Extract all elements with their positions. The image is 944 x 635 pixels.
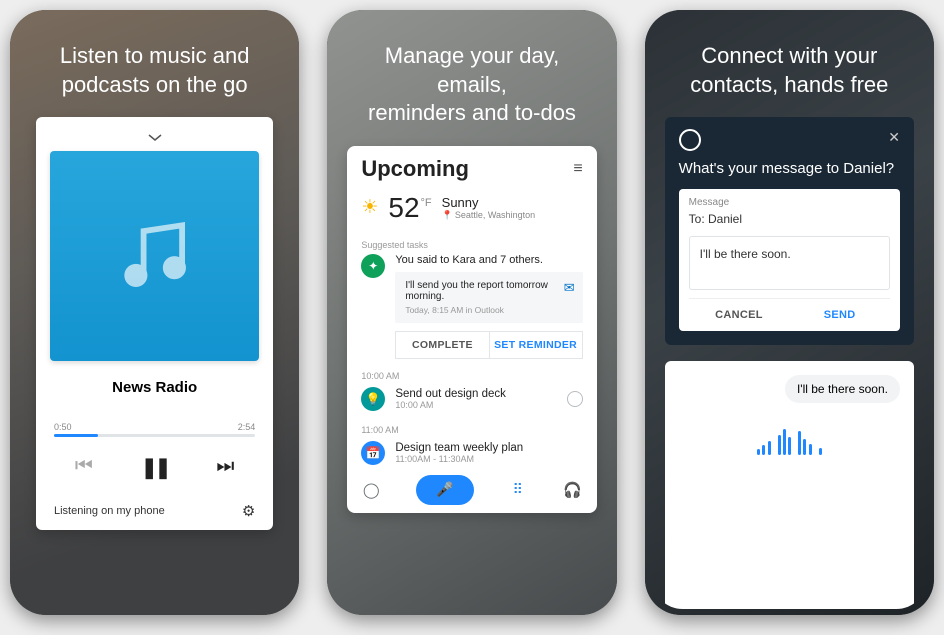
- set-reminder-button[interactable]: SET REMINDER: [490, 332, 582, 358]
- voice-reply-area: I'll be there soon.: [665, 361, 914, 609]
- headline-3: Connect with your contacts, hands free: [651, 16, 928, 117]
- mic-button[interactable]: 🎤: [416, 475, 474, 505]
- headline-1: Listen to music and podcasts on the go: [16, 16, 293, 117]
- email-quote: I'll send you the report tomorrow mornin…: [395, 272, 582, 323]
- music-player-card: News Radio 0:50 2:54 ⏮ ❚❚ ⏭ Listening on…: [36, 117, 273, 529]
- seek-bar[interactable]: [54, 434, 255, 437]
- headline-2: Manage your day, emails, reminders and t…: [333, 16, 610, 146]
- upcoming-title: Upcoming: [361, 156, 469, 182]
- suggested-tasks-label: Suggested tasks: [347, 234, 596, 254]
- elapsed-time: 0:50: [54, 422, 72, 432]
- weather-condition: Sunny: [442, 195, 535, 210]
- pause-icon[interactable]: ❚❚: [141, 455, 169, 480]
- pin-icon: 📍: [442, 210, 453, 221]
- temperature: 52°F: [388, 192, 431, 224]
- outlook-icon: ✉: [564, 280, 575, 296]
- cortana-ring-icon: [679, 129, 701, 151]
- message-label: Message: [689, 197, 890, 208]
- suggested-task[interactable]: ✦ You said to Kara and 7 others. I'll se…: [347, 254, 596, 359]
- task-chip-icon: ✦: [361, 254, 385, 278]
- lightbulb-icon: 💡: [361, 387, 385, 411]
- collapse-caret-icon[interactable]: [50, 131, 259, 145]
- voice-waveform-icon[interactable]: [679, 403, 900, 460]
- cancel-button[interactable]: CANCEL: [689, 299, 790, 331]
- calendar-item[interactable]: 💡 Send out design deck 10:00 AM: [347, 385, 596, 413]
- bottom-nav: ◯ 🎤 ⠿ 🎧: [347, 467, 596, 507]
- calendar-icon: 📅: [361, 441, 385, 465]
- message-body[interactable]: I'll be there soon.: [689, 236, 890, 290]
- upcoming-card: Upcoming ≡ ☀ 52°F Sunny 📍Seattle, Washin…: [347, 146, 596, 513]
- keypad-icon[interactable]: ⠿: [508, 481, 528, 498]
- weather-location: 📍Seattle, Washington: [442, 210, 535, 221]
- cortana-panel: ✕ What's your message to Daniel? Message…: [665, 117, 914, 345]
- time-header-2: 11:00 AM: [347, 413, 596, 439]
- screenshot-2: Manage your day, emails, reminders and t…: [327, 10, 616, 615]
- event-title: Send out design deck: [395, 388, 506, 400]
- track-title: News Radio: [50, 379, 259, 396]
- album-art: [50, 151, 259, 360]
- next-icon[interactable]: ⏭: [216, 455, 234, 480]
- sun-icon: ☀: [361, 196, 378, 219]
- menu-icon[interactable]: ≡: [573, 160, 582, 178]
- task-title: You said to Kara and 7 others.: [395, 254, 582, 266]
- send-button[interactable]: SEND: [789, 299, 890, 331]
- complete-button[interactable]: COMPLETE: [396, 332, 489, 358]
- time-header-1: 10:00 AM: [347, 359, 596, 385]
- message-compose-card: Message To: Daniel I'll be there soon. C…: [679, 189, 900, 331]
- compass-icon[interactable]: ◯: [361, 481, 381, 499]
- close-icon[interactable]: ✕: [888, 129, 900, 146]
- time-row: 0:50 2:54: [50, 422, 259, 434]
- event-time: 10:00 AM: [395, 400, 506, 410]
- previous-icon[interactable]: ⏮: [75, 455, 93, 480]
- gear-icon[interactable]: ⚙: [242, 502, 255, 520]
- event-title: Design team weekly plan: [395, 442, 523, 454]
- task-checkbox[interactable]: [567, 391, 583, 407]
- screenshot-1: Listen to music and podcasts on the go N…: [10, 10, 299, 615]
- playback-device-label: Listening on my phone: [54, 505, 165, 517]
- weather-row[interactable]: ☀ 52°F Sunny 📍Seattle, Washington: [347, 192, 596, 234]
- playback-controls: ⏮ ❚❚ ⏭: [50, 455, 259, 480]
- screenshot-3: Connect with your contacts, hands free ✕…: [645, 10, 934, 615]
- total-time: 2:54: [238, 422, 256, 432]
- voice-bubble: I'll be there soon.: [785, 375, 900, 403]
- cortana-prompt: What's your message to Daniel?: [679, 159, 900, 179]
- headset-icon[interactable]: 🎧: [563, 481, 583, 499]
- calendar-item[interactable]: 📅 Design team weekly plan 11:00AM - 11:3…: [347, 439, 596, 467]
- message-to: To: Daniel: [689, 212, 890, 226]
- event-time: 11:00AM - 11:30AM: [395, 454, 523, 464]
